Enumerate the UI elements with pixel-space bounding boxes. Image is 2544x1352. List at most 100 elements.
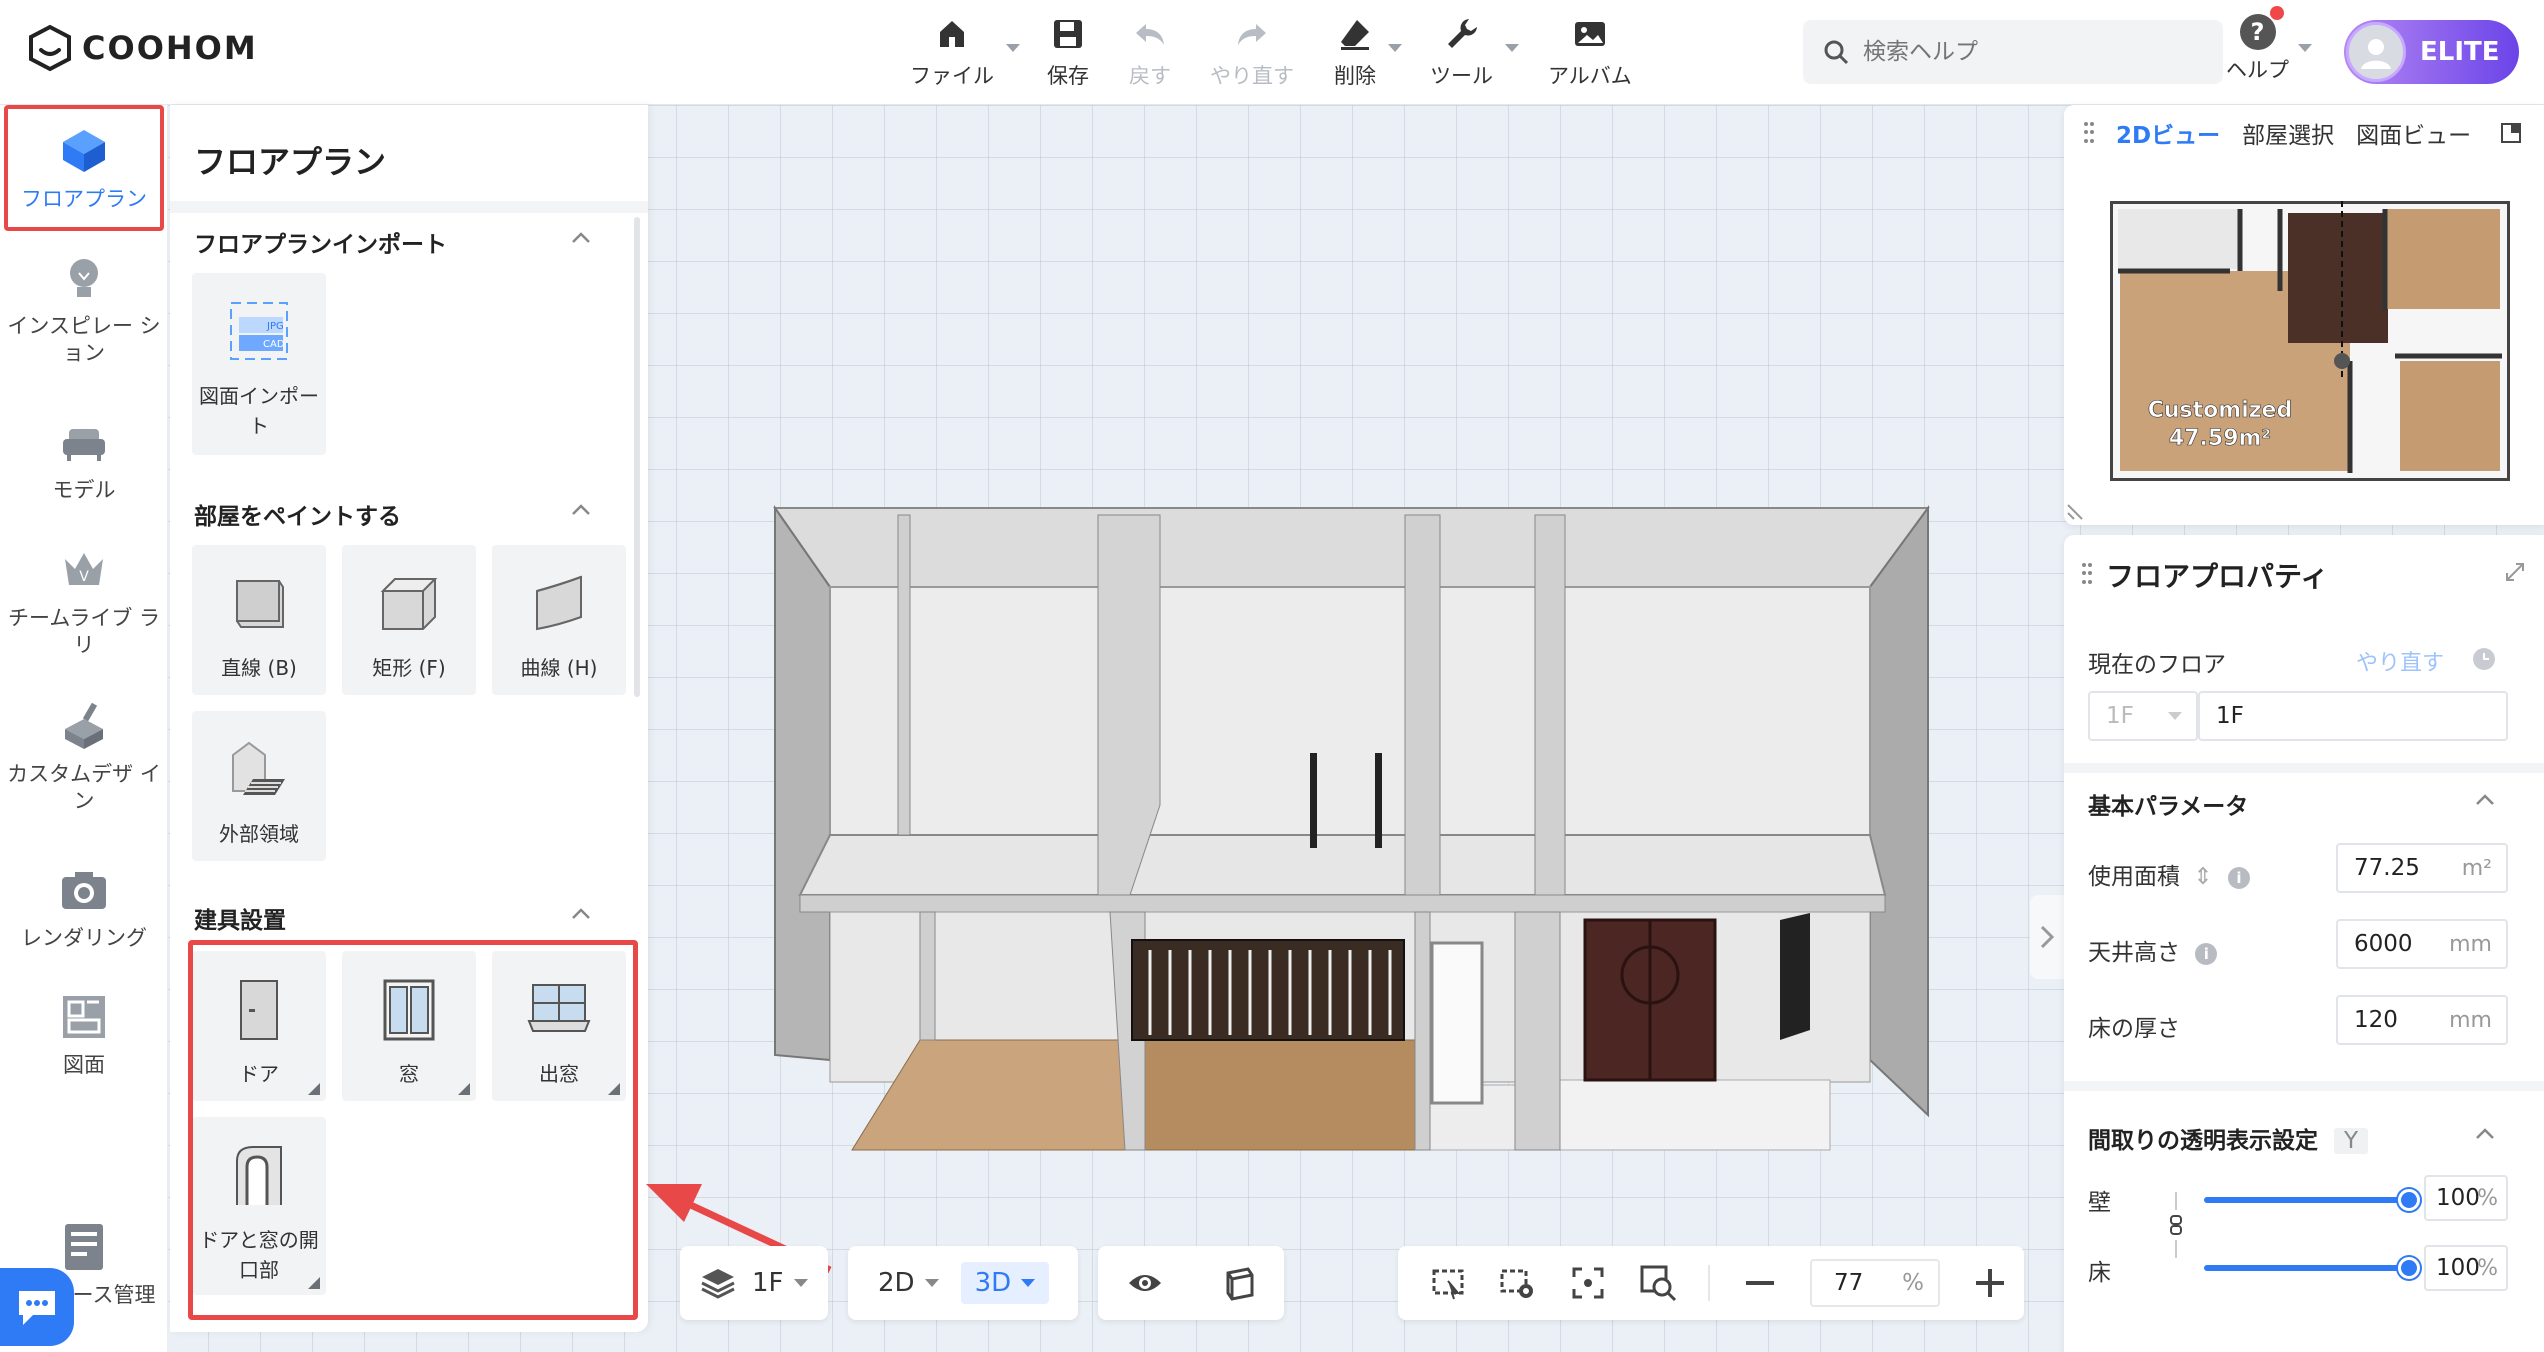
sidebar-item-team-library[interactable]: V チームライブ ラリ <box>0 543 168 659</box>
chevron-down-icon <box>793 1279 808 1287</box>
draw-room-curve-tile[interactable]: 曲線 (H) <box>492 545 626 695</box>
info-icon[interactable]: i <box>2227 866 2250 889</box>
ceiling-height-input[interactable]: 6000 mm <box>2336 919 2508 969</box>
sidebar-item-custom-design[interactable]: カスタムデザ イン <box>0 699 168 815</box>
tools-menu-button[interactable]: ツール <box>1430 14 1519 90</box>
floor-switcher[interactable]: 1F <box>680 1246 828 1320</box>
zoom-area-icon[interactable] <box>1638 1263 1678 1303</box>
focus-center-icon[interactable] <box>1568 1263 1608 1303</box>
jpg-tag: JPG <box>266 321 284 332</box>
sidebar-item-drawing[interactable]: 図面 <box>0 990 168 1079</box>
panel-title: フロアプラン <box>194 143 387 181</box>
app-logo-text: COOHOM <box>82 29 258 67</box>
transparency-title: 間取りの透明表示設定 Y <box>2088 1121 2369 1155</box>
chevron-up-icon[interactable] <box>570 227 592 249</box>
cube-rect-icon <box>380 578 438 630</box>
wall-transparency-slider[interactable] <box>2204 1185 2420 1215</box>
unit-label: mm <box>2449 931 2492 957</box>
help-button[interactable]: ? ヘルプ <box>2226 6 2289 84</box>
dock-panel-icon[interactable] <box>2499 121 2523 145</box>
lightbulb-icon <box>70 259 98 297</box>
current-floor-value: 1F <box>752 1268 808 1298</box>
tab-drawing-view[interactable]: 図面ビュー <box>2356 116 2471 150</box>
user-account-badge[interactable]: ELITE <box>2344 20 2519 84</box>
chevron-up-icon[interactable] <box>2474 1123 2496 1145</box>
floor-thickness-input[interactable]: 120 mm <box>2336 995 2508 1045</box>
slider-track <box>2204 1265 2410 1271</box>
chat-support-button[interactable] <box>0 1268 74 1346</box>
drag-handle-icon[interactable] <box>2084 122 2094 144</box>
cube-view-icon[interactable] <box>1218 1263 1258 1303</box>
floor-name-input[interactable]: 1F <box>2198 691 2508 741</box>
resource-manage-icon <box>65 1224 103 1270</box>
slider-handle[interactable] <box>2398 1257 2420 1279</box>
basic-params-title: 基本パラメータ <box>2088 794 2249 820</box>
chat-icon <box>19 1291 55 1325</box>
sidebar-item-floor-plan[interactable]: フロアプラン <box>4 105 164 231</box>
sidebar-item-label: カスタムデザ イン <box>7 762 161 813</box>
wall-transparency-input[interactable]: 100 % <box>2424 1175 2508 1221</box>
sidebar-item-rendering[interactable]: レンダリング <box>0 863 168 952</box>
album-button[interactable]: アルバム <box>1548 14 1632 90</box>
zoom-out-icon[interactable] <box>1740 1263 1780 1303</box>
tab-room-select[interactable]: 部屋選択 <box>2242 116 2334 150</box>
chevron-up-icon[interactable] <box>570 499 592 521</box>
collapse-panel-button[interactable] <box>2030 895 2064 979</box>
slider-handle[interactable] <box>2398 1189 2420 1211</box>
floor-transparency-input[interactable]: 100 % <box>2424 1245 2508 1291</box>
redo-button[interactable]: やり直す <box>1210 14 1294 90</box>
chevron-up-icon[interactable] <box>570 903 592 925</box>
fittings-highlight-box <box>188 940 638 1320</box>
view-settings-icon[interactable] <box>1498 1263 1538 1303</box>
redo-link[interactable]: やり直す <box>2356 645 2444 677</box>
fit-selection-icon[interactable] <box>1428 1263 1468 1303</box>
draw-room-rect-tile[interactable]: 矩形 (F) <box>342 545 476 695</box>
chevron-up-icon[interactable] <box>2474 789 2496 811</box>
link-chain-icon[interactable] <box>2168 1190 2184 1260</box>
floor-select[interactable]: 1F <box>2088 691 2198 741</box>
unit-label: % <box>2477 1185 2498 1211</box>
expand-icon[interactable] <box>2504 561 2526 583</box>
sort-icon[interactable]: ⇕ <box>2193 864 2212 890</box>
import-floor-plan-tile[interactable]: JPG CAD 図面インポート <box>192 273 326 455</box>
sofa-icon <box>63 429 105 461</box>
save-button[interactable]: 保存 <box>1047 14 1089 90</box>
undo-button[interactable]: 戻す <box>1129 14 1171 90</box>
file-menu-label: ファイル <box>910 64 994 88</box>
help-search-box[interactable] <box>1803 20 2223 84</box>
sidebar-item-model[interactable]: モデル <box>0 415 168 504</box>
outdoor-area-tile[interactable]: 外部領域 <box>192 711 326 861</box>
delete-menu-button[interactable]: 削除 <box>1334 14 1402 90</box>
tab-2d-view[interactable]: 2Dビュー <box>2116 116 2220 150</box>
app-logo[interactable]: COOHOM <box>28 24 258 72</box>
zoom-in-icon[interactable] <box>1970 1263 2010 1303</box>
viewport-tools: 77 % <box>1398 1246 2024 1320</box>
section-title-import: フロアプランインポート <box>194 232 447 258</box>
help-search-input[interactable] <box>1863 39 2203 65</box>
resize-handle-icon[interactable] <box>2066 495 2092 521</box>
usable-area-input[interactable]: 77.25 m² <box>2336 843 2508 893</box>
svg-text:V: V <box>79 569 89 585</box>
draw-room-straight-tile[interactable]: 直線 (B) <box>192 545 326 695</box>
view-3d-button[interactable]: 3D <box>960 1262 1050 1304</box>
chevron-right-icon <box>2040 925 2055 949</box>
sidebar-item-inspiration[interactable]: インスピレー ション <box>0 251 168 367</box>
zoom-input[interactable]: 77 % <box>1810 1259 1940 1307</box>
transparency-tag[interactable]: Y <box>2334 1128 2369 1154</box>
layers-icon <box>701 1269 735 1299</box>
tile-label: 曲線 (H) <box>520 656 598 680</box>
view-2d-button[interactable]: 2D <box>878 1268 939 1298</box>
panel-scrollbar[interactable] <box>634 217 640 697</box>
floor-plan-2d-map[interactable]: Customized 47.59m² <box>2110 201 2510 481</box>
tile-label: 直線 (B) <box>221 656 297 680</box>
drag-handle-icon[interactable] <box>2082 563 2092 585</box>
sidebar-item-label: ース管理 <box>72 1283 156 1307</box>
floor-transparency-slider[interactable] <box>2204 1253 2420 1283</box>
search-icon <box>1824 40 1849 65</box>
sidebar-item-label: フロアプラン <box>21 186 147 211</box>
eye-icon[interactable] <box>1125 1263 1165 1303</box>
param-label-ceiling: 天井高さ i <box>2088 933 2218 967</box>
delete-label: 削除 <box>1334 64 1376 88</box>
info-icon[interactable]: i <box>2195 942 2218 965</box>
file-menu-button[interactable]: ファイル <box>910 14 1020 90</box>
